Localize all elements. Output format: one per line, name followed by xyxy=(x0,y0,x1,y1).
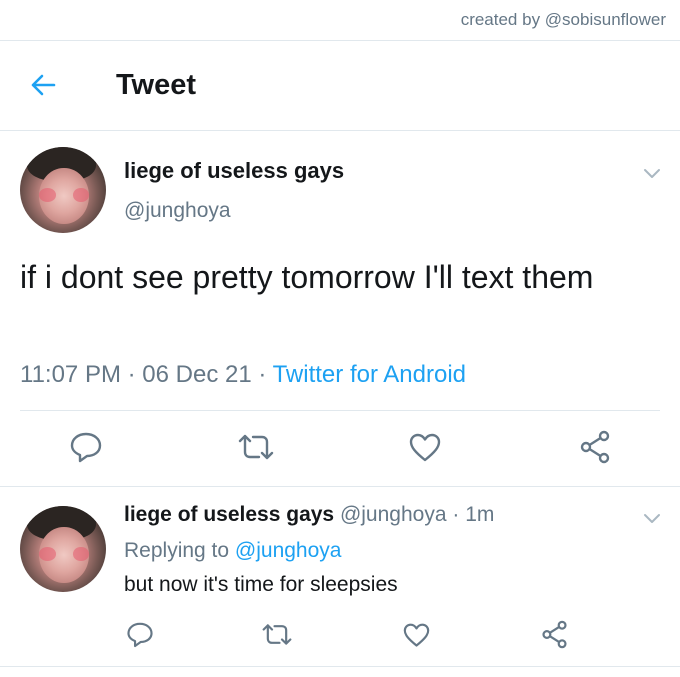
mention-link[interactable]: @junghoya xyxy=(235,539,342,562)
arrow-left-icon[interactable] xyxy=(28,70,58,100)
like-icon[interactable] xyxy=(409,433,441,463)
tweet-date: 06 Dec 21 xyxy=(142,361,252,388)
meta-separator: · xyxy=(251,361,273,388)
divider xyxy=(0,40,680,41)
tweet-text: but now it's time for sleepsies xyxy=(124,573,398,596)
display-name[interactable]: liege of useless gays xyxy=(124,158,344,184)
user-handle[interactable]: @junghoya xyxy=(340,503,447,526)
replying-to: Replying to @junghoya xyxy=(124,539,341,563)
share-icon[interactable] xyxy=(541,620,568,649)
divider xyxy=(0,130,680,131)
chevron-down-icon[interactable] xyxy=(643,167,661,179)
divider xyxy=(0,666,680,667)
divider xyxy=(0,486,680,487)
credit-text: created by @sobisunflower xyxy=(460,10,666,29)
share-icon[interactable] xyxy=(579,430,611,464)
retweet-icon[interactable] xyxy=(261,622,293,647)
retweet-icon[interactable] xyxy=(237,432,275,462)
replying-prefix: Replying to xyxy=(124,539,235,562)
reply-icon[interactable] xyxy=(69,431,103,463)
tweet-source-link[interactable]: Twitter for Android xyxy=(273,361,466,388)
tweet-time: 11:07 PM xyxy=(20,361,121,388)
meta-separator: · xyxy=(446,503,466,526)
avatar[interactable] xyxy=(20,506,106,592)
divider xyxy=(20,410,660,411)
reply-header: liege of useless gays @junghoya · 1m xyxy=(124,503,494,527)
like-icon[interactable] xyxy=(403,623,430,648)
tweet-text: if i dont see pretty tomorrow I'll text … xyxy=(20,259,594,295)
display-name[interactable]: liege of useless gays xyxy=(124,503,334,526)
page-title: Tweet xyxy=(116,69,197,101)
user-handle[interactable]: @junghoya xyxy=(124,199,231,223)
reply-icon[interactable] xyxy=(126,621,154,648)
meta-separator: · xyxy=(120,361,143,388)
avatar[interactable] xyxy=(20,147,106,233)
chevron-down-icon[interactable] xyxy=(643,512,661,524)
tweet-time: 1m xyxy=(465,503,495,526)
header-bar: Tweet xyxy=(0,42,680,130)
tweet-meta: 11:07 PM · 06 Dec 21 · Twitter for Andro… xyxy=(20,361,466,389)
